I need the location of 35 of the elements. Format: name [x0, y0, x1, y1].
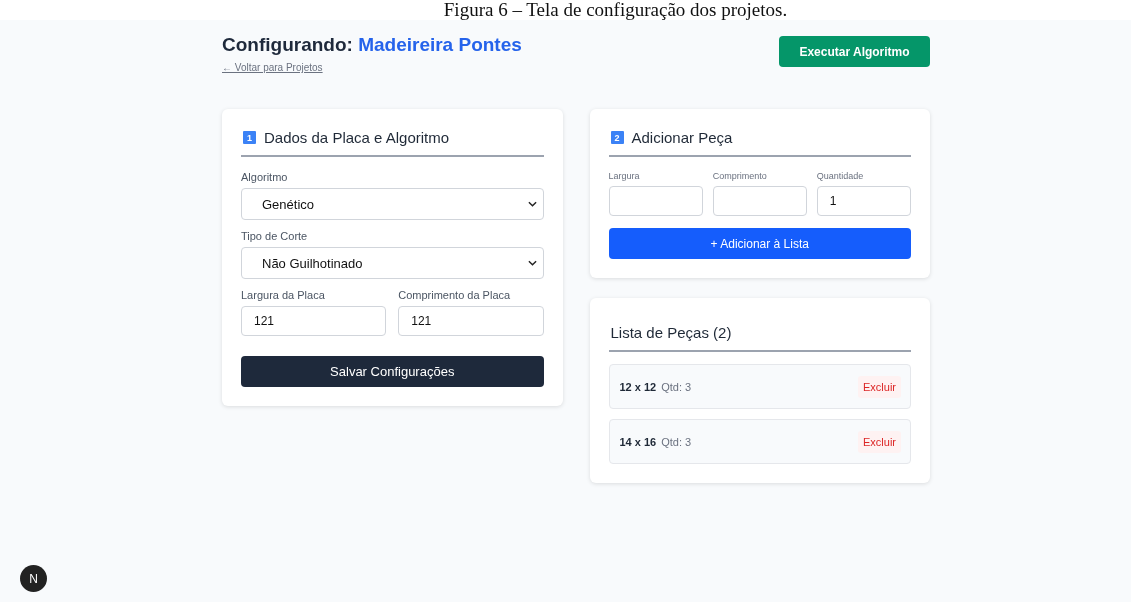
section-title: Adicionar Peça	[631, 129, 733, 146]
page-title: Configurando:	[222, 34, 353, 55]
section-title: Dados da Placa e Algoritmo	[264, 129, 450, 146]
add-to-list-button[interactable]: + Adicionar à Lista	[608, 228, 911, 259]
field-label: Quantidade	[816, 171, 865, 181]
input-field[interactable]: 121	[398, 306, 544, 336]
field-label: Largura da Placa	[241, 289, 326, 301]
delete-button[interactable]: Excluir	[858, 430, 901, 453]
caret-icon	[527, 260, 537, 266]
project-name: Madeireira Pontes	[358, 34, 522, 55]
piece-quantity: Qtd: 3	[661, 435, 692, 448]
run-algorithm-button[interactable]: Executar Algoritmo	[779, 36, 930, 67]
section-title: Lista de Peças (2)	[610, 324, 732, 341]
dev-badge[interactable]: N	[20, 565, 47, 592]
piece-size: 12 x 12	[619, 380, 657, 393]
input-field[interactable]	[608, 186, 703, 216]
field-label: Comprimento da Placa	[398, 289, 512, 301]
caret-icon	[527, 201, 537, 207]
field-label: Algoritmo	[241, 171, 289, 183]
step-number: 2	[610, 131, 624, 144]
field-label: Comprimento	[712, 171, 768, 181]
field-label: Largura	[608, 171, 641, 181]
input-field[interactable]: 1	[816, 186, 911, 216]
select-field[interactable]: Genético	[241, 188, 544, 220]
step-number: 1	[243, 131, 256, 144]
piece-size: 14 x 16	[619, 435, 657, 448]
input-field[interactable]	[712, 186, 807, 216]
delete-button[interactable]: Excluir	[858, 375, 901, 398]
input-field[interactable]: 121	[241, 306, 387, 336]
figure-caption: Figura 6 – Tela de configuração dos projetos.	[443, 0, 788, 20]
save-settings-button[interactable]: Salvar Configurações	[241, 356, 544, 387]
field-label: Tipo de Corte	[241, 230, 309, 242]
select-field[interactable]: Não Guilhotinado	[241, 247, 544, 279]
piece-quantity: Qtd: 3	[661, 380, 692, 393]
back-link[interactable]: ← Voltar para Projetos	[222, 62, 323, 73]
